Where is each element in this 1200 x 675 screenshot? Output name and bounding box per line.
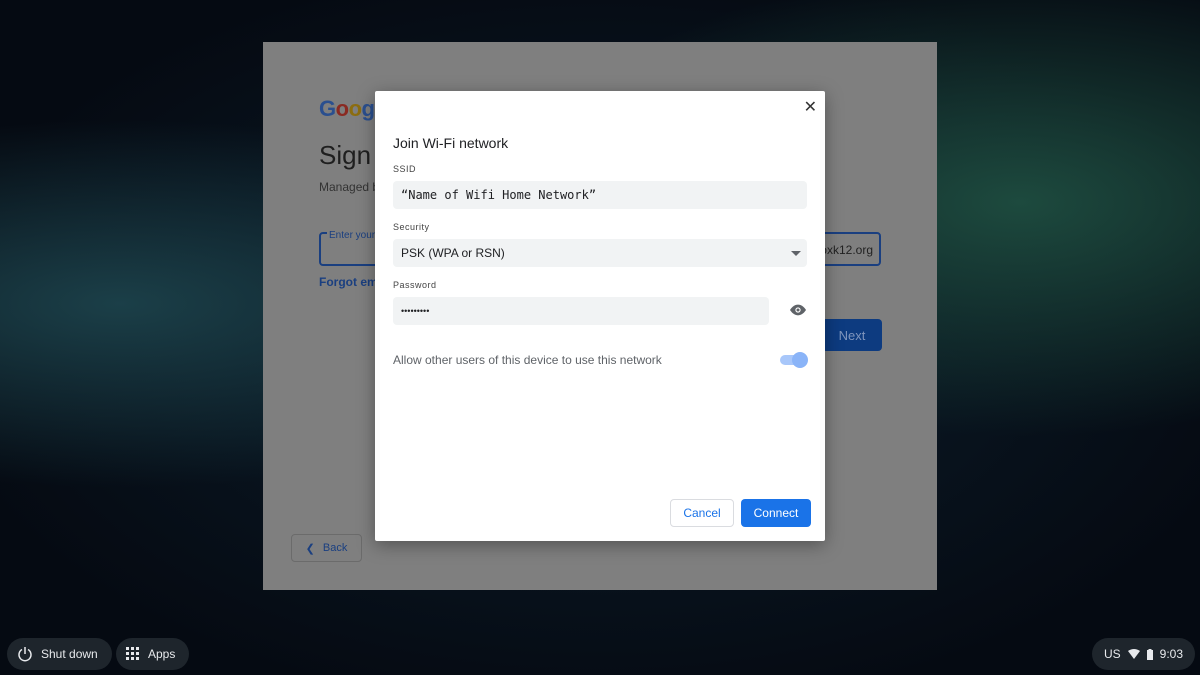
shut-down-label: Shut down [41, 647, 98, 661]
join-wifi-dialog: ✕ Join Wi-Fi network SSID “Name of Wifi … [375, 91, 825, 541]
email-value: oxk12.org [820, 243, 873, 257]
clock: 9:03 [1159, 647, 1184, 661]
security-label: Security [393, 222, 430, 232]
allow-shared-label: Allow other users of this device to use … [393, 353, 662, 367]
security-value: PSK (WPA or RSN) [401, 246, 505, 260]
cancel-button[interactable]: Cancel [670, 499, 734, 527]
password-label: Password [393, 280, 437, 290]
battery-icon [1146, 648, 1153, 660]
back-button[interactable]: ❮ Back [291, 534, 362, 562]
apps-label: Apps [148, 647, 176, 661]
dropdown-arrow-icon [791, 251, 801, 256]
status-tray[interactable]: US 9:03 [1092, 638, 1196, 670]
security-select[interactable]: PSK (WPA or RSN) [393, 239, 807, 267]
ssid-label: SSID [393, 164, 417, 174]
dialog-title: Join Wi-Fi network [393, 135, 509, 151]
power-icon [18, 647, 32, 662]
wifi-icon [1127, 649, 1140, 659]
connect-button[interactable]: Connect [741, 499, 811, 527]
ssid-input[interactable]: “Name of Wifi Home Network” [393, 181, 807, 209]
close-icon[interactable]: ✕ [804, 97, 817, 117]
shut-down-button[interactable]: Shut down [7, 638, 112, 670]
google-logo: Goog [319, 96, 375, 121]
keyboard-locale: US [1104, 647, 1121, 661]
show-password-eye-icon[interactable] [790, 304, 806, 316]
back-label: Back [322, 542, 348, 554]
password-input[interactable]: ••••••••• [393, 297, 769, 325]
chevron-left-icon: ❮ [305, 542, 315, 555]
apps-button[interactable]: Apps [116, 638, 190, 670]
allow-shared-toggle[interactable] [780, 352, 808, 368]
next-button[interactable]: Next [822, 319, 882, 351]
apps-grid-icon [126, 647, 139, 660]
